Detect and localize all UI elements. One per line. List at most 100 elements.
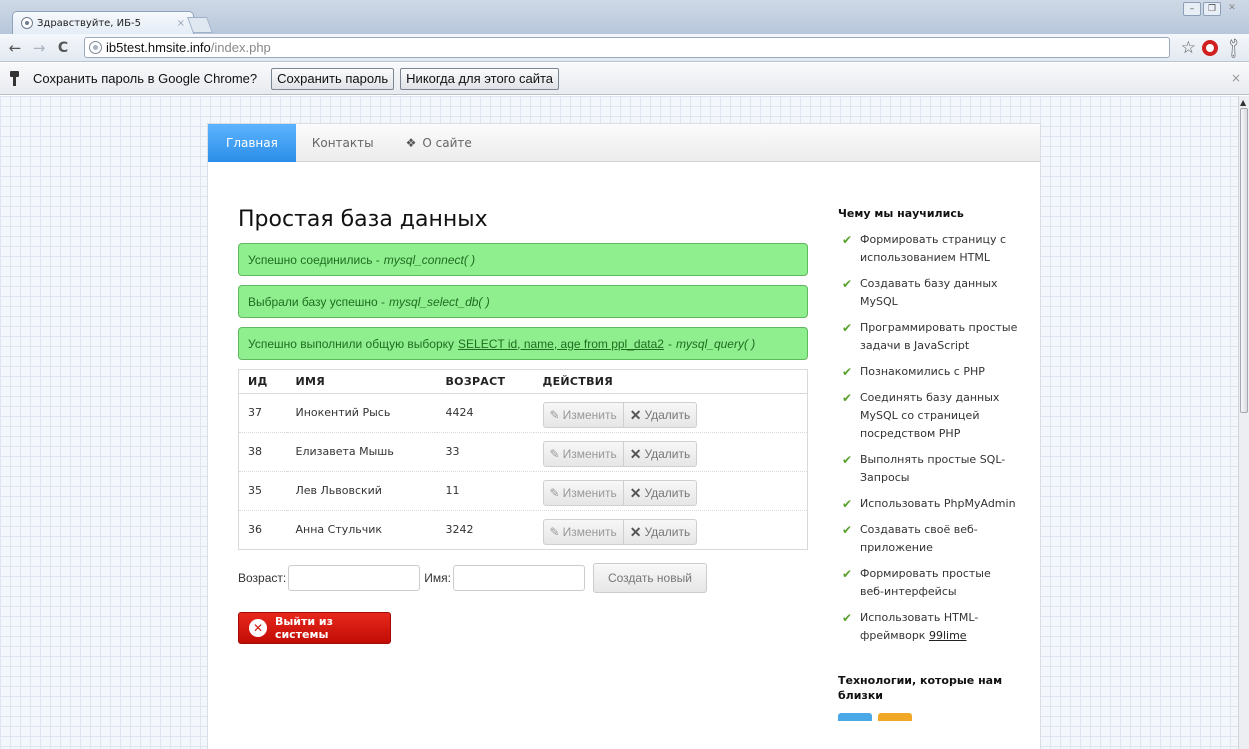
cell-age: 3242	[445, 523, 474, 536]
logout-button[interactable]: ✕ Выйти из системы	[238, 612, 391, 644]
save-password-button[interactable]: Сохранить пароль	[271, 67, 395, 90]
edit-button[interactable]: ✎ Изменить	[542, 441, 624, 467]
name-label: Имя:	[424, 571, 451, 585]
cell-id: 36	[248, 523, 262, 536]
infobar-close-icon[interactable]: ×	[1231, 71, 1241, 85]
bookmark-star-icon[interactable]: ☆	[1181, 38, 1196, 58]
alert-sql-link[interactable]: SELECT id, name, age from ppl_data2	[458, 337, 664, 351]
address-bar[interactable]: ib5test.hmsite.info /index.php	[84, 37, 1170, 58]
skill-text: Формировать простые веб-интерфейсы	[860, 567, 991, 598]
url-path: /index.php	[210, 40, 271, 55]
infobar-text: Сохранить пароль в Google Chrome?	[33, 71, 258, 86]
delete-label: Удалить	[644, 486, 691, 500]
cell-id: 35	[238, 471, 287, 511]
delete-x-icon: ✕	[629, 445, 642, 462]
cell-name: Елизавета Мышь	[286, 432, 437, 472]
alert-function: mysql_connect( )	[383, 252, 476, 267]
create-new-button[interactable]: Создать новый	[592, 563, 707, 593]
edit-button[interactable]: ✎ Изменить	[542, 402, 624, 428]
alert-separator: -	[667, 336, 672, 351]
check-icon: ✔	[842, 365, 853, 379]
scroll-thumb[interactable]	[1240, 108, 1248, 413]
logout-label: Выйти из системы	[274, 615, 333, 641]
window-controls: – ❐ ✕	[1183, 2, 1241, 16]
nav-about[interactable]: ❖ О сайте	[390, 124, 488, 162]
cell-id: 38	[238, 432, 287, 472]
skill-text: Использовать PhpMyAdmin	[860, 497, 1016, 510]
people-table: ИД ИМЯ ВОЗРАСТ ДЕЙСТВИЯ 37 Инокентий Рыс…	[238, 369, 808, 550]
framework-link[interactable]: 99lime	[929, 629, 967, 642]
alert-text: Успешно соединились -	[248, 252, 380, 267]
skill-text: Соединять базу данных MySQL со страницей…	[860, 391, 1000, 440]
sidebar-heading: Чему мы научились	[838, 207, 964, 220]
edit-button[interactable]: ✎ Изменить	[542, 480, 624, 506]
create-form: Возраст: Имя: Создать новый	[238, 563, 808, 593]
skill-text: Формировать страницу с использованием HT…	[860, 233, 1007, 264]
table-row: 36 Анна Стульчик 3242 ✎ Изменить ✕ Удалить	[239, 511, 808, 550]
list-item: ✔ Использовать PhpMyAdmin	[838, 495, 1018, 513]
edit-label: Изменить	[562, 525, 617, 539]
browser-toolbar: ← → C ib5test.hmsite.info /index.php ☆ 🔧…	[0, 34, 1249, 62]
header-actions: ДЕЙСТВИЯ	[533, 369, 808, 394]
nav-contacts[interactable]: Контакты	[296, 124, 390, 162]
site-navbar: Главная Контакты ❖ О сайте	[208, 124, 1040, 162]
cell-age: 33	[436, 432, 534, 472]
list-item: ✔ Создавать своё веб-приложение	[838, 521, 1018, 557]
sidebar: Чему мы научились ✔ Формировать страницу …	[838, 206, 1018, 721]
delete-button[interactable]: ✕ Удалить	[623, 402, 698, 428]
name-input[interactable]	[452, 565, 585, 591]
back-arrow-icon[interactable]: ←	[6, 39, 24, 57]
table-row: 37 Инокентий Рысь 4424 ✎ Изменить ✕ Удалит…	[238, 393, 808, 433]
cell-actions: ✎ Изменить ✕ Удалить	[533, 471, 808, 511]
nav-about-label: О сайте	[422, 136, 472, 150]
browser-tab[interactable]: Здравствуйте, ИБ-5 ×	[12, 11, 194, 34]
table-row: 38 Елизавета Мышь 33 ✎ Изменить ✕ Удалить	[238, 432, 808, 472]
edit-label: Изменить	[562, 447, 617, 461]
reload-icon[interactable]: C	[54, 40, 72, 56]
page-scrollbar[interactable]: ▲	[1238, 96, 1249, 749]
skill-text-wrap: Использовать HTML-фреймворк 99lime	[860, 609, 1018, 645]
tech-logo-blue	[838, 713, 872, 721]
header-age: ВОЗРАСТ	[436, 369, 534, 394]
delete-x-icon: ✕	[629, 406, 642, 423]
minimize-icon[interactable]: –	[1183, 2, 1201, 16]
alert-text: Успешно выполнили общую выборку	[248, 336, 455, 351]
age-input[interactable]	[288, 565, 421, 591]
tech-logos	[838, 713, 1018, 721]
check-icon: ✔	[842, 523, 853, 537]
delete-button[interactable]: ✕ Удалить	[623, 519, 698, 545]
header-id: ИД	[238, 369, 287, 394]
skill-text: Выполнять простые SQL-Запросы	[860, 453, 1006, 484]
tab-close-icon[interactable]: ×	[177, 18, 185, 29]
sidebar-heading-technologies: Технологии, которые нам близки	[838, 674, 1003, 702]
edit-button[interactable]: ✎ Изменить	[542, 519, 624, 545]
header-name: ИМЯ	[286, 369, 437, 394]
tab-title: Здравствуйте, ИБ-5	[37, 17, 141, 29]
wrench-menu-icon[interactable]: 🔧︎	[1220, 35, 1246, 61]
forward-arrow-icon[interactable]: →	[30, 39, 48, 57]
page-container: Главная Контакты ❖ О сайте Простая база …	[207, 123, 1041, 749]
restore-icon[interactable]: ❐	[1203, 2, 1221, 16]
list-item: ✔ Использовать HTML-фреймворк 99lime	[838, 609, 1018, 645]
cell-name: Лев Львовский	[286, 471, 437, 511]
scroll-up-icon[interactable]: ▲	[1240, 98, 1246, 107]
check-icon: ✔	[842, 567, 853, 581]
pencil-icon: ✎	[549, 486, 560, 500]
cell-name: Инокентий Рысь	[286, 393, 437, 433]
check-icon: ✔	[842, 611, 853, 625]
never-save-button[interactable]: Никогда для этого сайта	[400, 67, 560, 90]
extension-icon[interactable]	[1201, 40, 1218, 56]
list-item: ✔ Создавать базу данных MySQL	[838, 275, 1018, 311]
cell-id: 37	[238, 393, 287, 433]
delete-button[interactable]: ✕ Удалить	[623, 441, 698, 467]
close-window-icon[interactable]: ✕	[1223, 2, 1241, 16]
delete-label: Удалить	[644, 408, 691, 422]
pencil-icon: ✎	[549, 525, 560, 539]
cell-actions: ✎ Изменить ✕ Удалить	[534, 511, 808, 550]
site-info-icon[interactable]	[89, 41, 102, 54]
delete-button[interactable]: ✕ Удалить	[623, 480, 698, 506]
nav-contacts-label: Контакты	[311, 136, 374, 150]
tech-logo-orange	[878, 713, 912, 721]
alert-text: Выбрали базу успешно -	[248, 294, 386, 309]
nav-home[interactable]: Главная	[208, 124, 296, 162]
